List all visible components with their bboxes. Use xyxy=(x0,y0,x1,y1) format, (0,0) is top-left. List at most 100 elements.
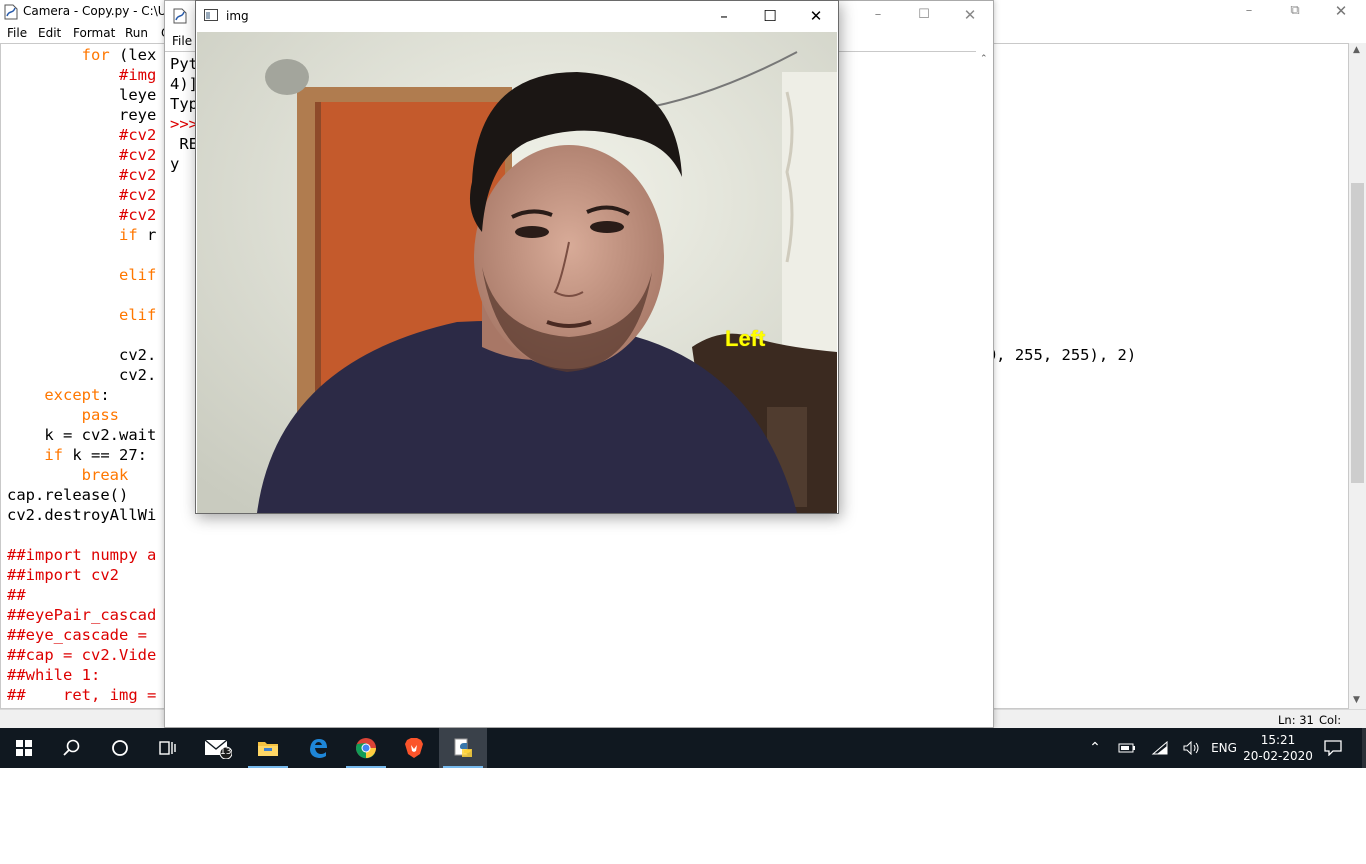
code-line: #cv2 xyxy=(7,125,156,145)
search-icon xyxy=(63,739,80,756)
restore-button[interactable]: ⧉ xyxy=(1272,0,1318,24)
brave-button[interactable] xyxy=(390,728,438,768)
cortana-button[interactable] xyxy=(96,728,144,768)
battery-icon xyxy=(1118,743,1135,753)
code-line: cv2.destroyAllWi xyxy=(7,505,156,525)
webcam-frame: Left xyxy=(197,32,837,513)
code-token: r xyxy=(137,226,157,244)
scroll-up-icon[interactable]: ▲ xyxy=(1353,45,1360,55)
start-button[interactable] xyxy=(0,728,48,768)
file-explorer-button[interactable] xyxy=(244,728,292,768)
mail-badge: 13 xyxy=(220,747,232,757)
input-language[interactable]: ENG xyxy=(1208,728,1240,768)
chrome-button[interactable] xyxy=(342,728,390,768)
code-token: #cv2 xyxy=(118,146,157,164)
code-line: pass xyxy=(7,405,119,425)
shell-menu-file[interactable]: File xyxy=(172,34,192,48)
code-line: cap.release() xyxy=(7,485,128,505)
menu-file[interactable]: File xyxy=(7,26,27,40)
code-token: ##cap = cv2.Vide xyxy=(7,646,157,664)
python-idle-button[interactable] xyxy=(439,728,487,768)
code-token: ##while 1: xyxy=(7,666,101,684)
shell-minimize-button[interactable]: – xyxy=(855,4,901,28)
battery-tray[interactable] xyxy=(1113,728,1141,768)
chrome-icon xyxy=(356,738,376,759)
img-minimize-button[interactable]: – xyxy=(701,3,747,31)
img-maximize-button[interactable]: ☐ xyxy=(747,3,793,31)
taskbar-clock[interactable]: 15:21 20-02-2020 xyxy=(1240,732,1316,764)
code-line: ##eye_cascade = xyxy=(7,625,156,645)
scroll-down-icon[interactable]: ▼ xyxy=(1353,695,1360,705)
code-token: if xyxy=(118,226,138,244)
img-titlebar[interactable]: img – ☐ ✕ xyxy=(196,1,838,31)
code-token: #cv2 xyxy=(118,186,157,204)
mail-taskbar-button[interactable]: 13 xyxy=(194,728,242,768)
search-button[interactable] xyxy=(48,728,96,768)
shell-close-button[interactable]: ✕ xyxy=(947,4,993,28)
close-button[interactable]: ✕ xyxy=(1318,0,1364,24)
code-token: ##eye_cascade = xyxy=(7,626,157,644)
code-line: ##eyePair_cascad xyxy=(7,605,156,625)
network-tray[interactable] xyxy=(1146,728,1174,768)
status-line: Ln: 31 xyxy=(1278,713,1314,727)
task-view-icon xyxy=(159,741,176,755)
opencv-img-window: img – ☐ ✕ Left xyxy=(195,0,839,514)
clock-time: 15:21 xyxy=(1260,733,1296,747)
code-token: 4)] xyxy=(170,75,198,93)
code-token: Pyt xyxy=(170,55,198,73)
code-line: elif xyxy=(7,305,156,325)
code-line: ##import numpy a xyxy=(7,545,156,565)
menu-run[interactable]: Run xyxy=(125,26,148,40)
code-line: leye xyxy=(7,85,156,105)
code-token: #cv2 xyxy=(118,206,157,224)
img-close-button[interactable]: ✕ xyxy=(793,3,839,31)
menu-format[interactable]: Format xyxy=(73,26,115,40)
volume-tray[interactable] xyxy=(1178,728,1206,768)
code-token: cv2. xyxy=(7,346,157,364)
editor-vertical-scrollbar[interactable]: ▲ ▼ xyxy=(1349,43,1366,709)
show-desktop-button[interactable] xyxy=(1362,728,1366,768)
clock-date: 20-02-2020 xyxy=(1243,749,1313,763)
windows-taskbar: 13 ⌃ ENG 15:21 20-02-2020 xyxy=(0,728,1366,768)
minimize-button[interactable]: – xyxy=(1226,0,1272,24)
code-token: break xyxy=(81,466,129,484)
code-line: for (lex xyxy=(7,45,157,65)
code-token: leye xyxy=(7,86,157,104)
code-line: #cv2 xyxy=(7,205,156,225)
code-token: cv2.destroyAllWi xyxy=(7,506,157,524)
code-token: pass xyxy=(81,406,119,424)
chevron-up-icon: ⌃ xyxy=(1089,740,1101,756)
code-line: ##import cv2 xyxy=(7,565,119,585)
shell-maximize-button[interactable]: ☐ xyxy=(901,4,947,28)
idle-file-icon xyxy=(4,4,18,20)
code-token: ##eyePair_cascad xyxy=(7,606,157,624)
code-token: cv2. xyxy=(7,366,157,384)
speaker-icon xyxy=(1183,741,1199,755)
edge-button[interactable] xyxy=(294,728,342,768)
idle-shell-icon xyxy=(173,8,187,24)
code-token: elif xyxy=(118,266,157,284)
shell-vertical-scrollbar[interactable]: ⌃ xyxy=(976,51,993,727)
code-token: #cv2 xyxy=(118,166,157,184)
code-line: ## xyxy=(7,585,26,605)
code-line: #cv2 xyxy=(7,145,156,165)
menu-edit[interactable]: Edit xyxy=(38,26,61,40)
code-line: cv2. xyxy=(7,365,156,385)
detection-label: Left xyxy=(725,326,766,351)
code-token: RE xyxy=(170,135,198,153)
notifications-button[interactable] xyxy=(1320,728,1346,768)
code-token: for xyxy=(81,46,110,64)
shell-scroll-up-icon[interactable]: ⌃ xyxy=(980,54,988,64)
scroll-thumb[interactable] xyxy=(1351,183,1364,483)
task-view-button[interactable] xyxy=(144,728,192,768)
code-token: >>> xyxy=(170,115,198,133)
code-token: elif xyxy=(118,306,157,324)
file-explorer-icon xyxy=(258,742,278,756)
show-hidden-icons-button[interactable]: ⌃ xyxy=(1082,728,1108,768)
